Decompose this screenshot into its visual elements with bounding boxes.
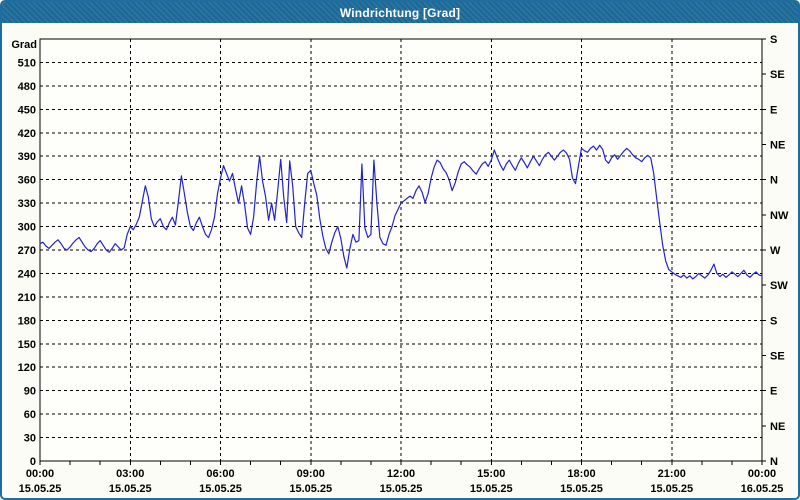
y-tick-label: 450 <box>18 104 36 116</box>
x-time-label: 00:00 <box>748 468 776 480</box>
compass-tick-label: SE <box>770 351 785 363</box>
window-title: Windrichtung [Grad] <box>339 5 461 20</box>
x-date-label: 15.05.25 <box>289 483 332 495</box>
x-time-label: 21:00 <box>658 468 686 480</box>
compass-tick-label: W <box>770 245 781 257</box>
right-axis-labels: S SE E NE N NW W SW S SE E NE N <box>762 34 789 468</box>
y-tick-label: 90 <box>24 386 36 398</box>
window-titlebar: Windrichtung [Grad] <box>2 2 798 23</box>
y-tick-label: 0 <box>30 456 36 468</box>
y-tick-label: 510 <box>18 57 36 69</box>
x-time-label: 00:00 <box>26 468 54 480</box>
compass-tick-label: E <box>770 386 777 398</box>
compass-tick-label: N <box>770 456 778 468</box>
y-tick-label: 300 <box>18 222 36 234</box>
y-tick-label: 60 <box>24 409 36 421</box>
y-tick-label: 360 <box>18 175 36 187</box>
y-tick-label: 240 <box>18 268 36 280</box>
x-time-label: 06:00 <box>206 468 234 480</box>
y-tick-label: 120 <box>18 362 36 374</box>
y-tick-label: 150 <box>18 339 36 351</box>
y-tick-label: 480 <box>18 81 36 93</box>
y-tick-label: 210 <box>18 292 36 304</box>
left-axis-title: Grad <box>11 39 37 51</box>
compass-tick-label: SE <box>770 69 785 81</box>
x-time-label: 15:00 <box>477 468 505 480</box>
x-axis-labels: 00:00 15.05.25 03:00 15.05.25 06:00 15.05.25 0… <box>19 468 784 495</box>
y-tick-label: 390 <box>18 151 36 163</box>
compass-tick-label: N <box>770 175 778 187</box>
x-time-label: 18:00 <box>567 468 595 480</box>
y-tick-label: 330 <box>18 198 36 210</box>
x-date-label: 15.05.25 <box>650 483 693 495</box>
y-tick-label: 270 <box>18 245 36 257</box>
x-minor-ticks <box>39 461 763 465</box>
wind-direction-chart: Grad 0 30 60 90 120 150 180 210 240 270 300 330 360 39… <box>11 34 789 495</box>
compass-tick-label: E <box>770 104 777 116</box>
x-date-label: 16.05.25 <box>741 483 784 495</box>
y-tick-label: 420 <box>18 128 36 140</box>
x-time-label: 09:00 <box>297 468 325 480</box>
y-tick-label: 180 <box>18 315 36 327</box>
compass-tick-label: S <box>770 34 777 46</box>
compass-tick-label: S <box>770 315 777 327</box>
compass-tick-label: NE <box>770 140 785 152</box>
y-tick-label: 30 <box>24 433 36 445</box>
x-date-label: 15.05.25 <box>19 483 62 495</box>
chart-window: Windrichtung [Grad] Grad 0 30 60 90 120 150 180… <box>0 0 800 500</box>
compass-tick-label: NE <box>770 421 785 433</box>
x-date-label: 15.05.25 <box>109 483 152 495</box>
x-date-label: 15.05.25 <box>380 483 423 495</box>
x-date-label: 15.05.25 <box>560 483 603 495</box>
compass-tick-label: NW <box>770 210 789 222</box>
x-date-label: 15.05.25 <box>470 483 513 495</box>
left-axis-labels: Grad 0 30 60 90 120 150 180 210 240 270 300 330 360 39… <box>11 39 37 468</box>
compass-tick-label: SW <box>770 280 788 292</box>
x-date-label: 15.05.25 <box>199 483 242 495</box>
x-time-label: 03:00 <box>116 468 144 480</box>
x-time-label: 12:00 <box>387 468 415 480</box>
